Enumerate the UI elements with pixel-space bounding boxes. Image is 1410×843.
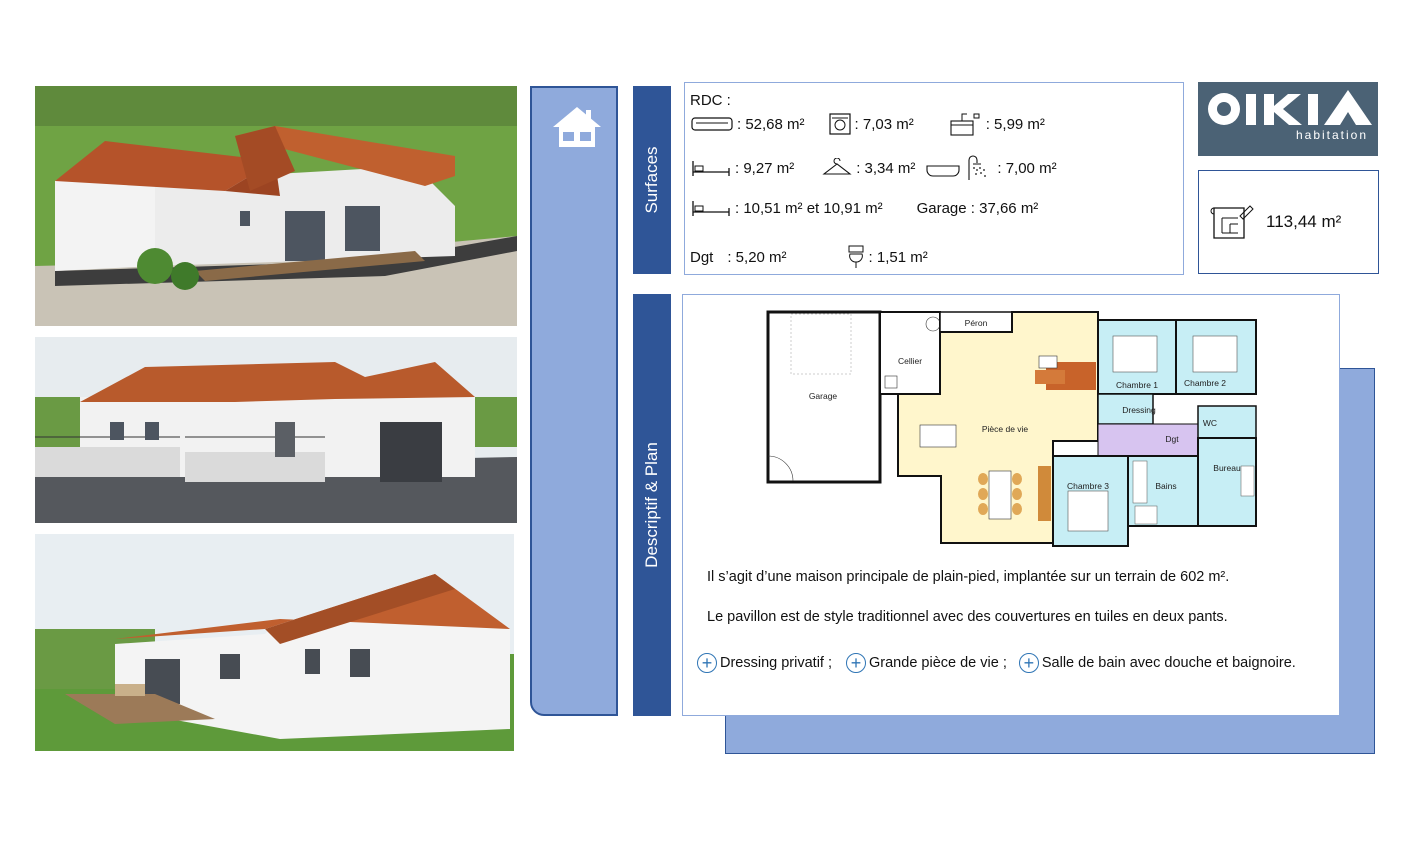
feature-2: Grande pièce de vie ;	[869, 655, 1007, 671]
features-row: + Dressing privatif ; + Grande pièce de …	[697, 653, 1296, 673]
wc-surface: : 1,51 m²	[868, 248, 928, 266]
surfaces-tab-label: Surfaces	[642, 146, 661, 214]
garage-surface: Garage : 37,66 m²	[916, 199, 1039, 217]
plus-circle-icon: +	[1018, 653, 1039, 673]
house-icon	[553, 107, 601, 147]
floor-plan-icon	[1210, 205, 1254, 239]
room-dressing: Dressing	[1122, 405, 1156, 415]
dressing-surface: : 3,34 m²	[856, 159, 916, 177]
total-surface-box: 113,44 m²	[1198, 170, 1379, 274]
feature-1: Dressing privatif ;	[720, 655, 833, 671]
house-render-street	[35, 337, 517, 523]
sofa-icon	[691, 117, 733, 131]
room-chambre1: Chambre 1	[1116, 380, 1158, 390]
total-surface-value: 113,44 m²	[1266, 212, 1342, 231]
feature-3: Salle de bain avec douche et baignoire.	[1041, 655, 1296, 671]
house-render-back	[35, 534, 514, 751]
descriptif-tab: Descriptif & Plan	[633, 294, 671, 716]
bed-icon	[692, 201, 730, 216]
washing-machine-icon	[828, 113, 851, 135]
surfaces-row-3: : 10,51 m² et 10,91 m² Garage : 37,66 m²	[691, 199, 1064, 217]
descriptif-tab-label: Descriptif & Plan	[642, 442, 661, 568]
house-render-front	[35, 86, 517, 326]
surfaces-row-4: Dgt : 5,20 m² : 1,51 m²	[690, 245, 954, 269]
kitchen-surface: : 5,99 m²	[985, 115, 1045, 133]
room-chambre2: Chambre 2	[1184, 378, 1226, 388]
room-wc: WC	[1203, 418, 1217, 428]
room-peron: Péron	[965, 318, 988, 328]
brand-logo: habitation	[1198, 82, 1378, 156]
oikia-logo: habitation	[1208, 90, 1372, 142]
level-label: RDC :	[690, 92, 731, 109]
surfaces-row-2: : 9,27 m² : 3,34 m² : 7,00 m²	[691, 155, 1083, 181]
bathroom-surface: : 7,00 m²	[997, 159, 1057, 177]
room-bains: Bains	[1155, 481, 1176, 491]
description-line-1: Il s’agit d’une maison principale de pla…	[707, 569, 1230, 585]
surfaces-box: RDC : : 52,68 m² : 7,03 m² : 5,99 m² : 9…	[684, 82, 1184, 275]
shower-icon	[968, 155, 987, 180]
room-chambre3: Chambre 3	[1067, 481, 1109, 491]
room-dgt: Dgt	[1165, 434, 1179, 444]
plus-circle-icon: +	[846, 653, 867, 673]
toilet-icon	[848, 245, 864, 268]
dgt-surface: : 5,20 m²	[727, 248, 787, 266]
floor-plan: Garage Cellier Péron Pièce de vie Chambr…	[766, 310, 1257, 547]
bathtub-icon	[926, 165, 960, 177]
room-piece-de-vie: Pièce de vie	[982, 424, 1029, 434]
surfaces-tab: Surfaces	[633, 86, 671, 274]
bedroom1-surface: : 9,27 m²	[735, 159, 795, 177]
logo-subtitle: habitation	[1296, 128, 1368, 142]
plan-box: Garage Cellier Péron Pièce de vie Chambr…	[682, 294, 1340, 716]
bedrooms23-surface: : 10,51 m² et 10,91 m²	[735, 199, 883, 217]
living-surface: : 52,68 m²	[737, 115, 805, 133]
bed-icon	[692, 161, 730, 176]
main-side-tab	[530, 86, 618, 716]
room-garage: Garage	[809, 391, 838, 401]
laundry-surface: : 7,03 m²	[854, 115, 914, 133]
hanger-icon	[822, 158, 852, 175]
plus-circle-icon: +	[697, 653, 717, 673]
kitchen-sink-icon	[950, 113, 980, 136]
description-line-2: Le pavillon est de style traditionnel av…	[707, 609, 1228, 625]
dgt-label: Dgt	[690, 248, 714, 266]
room-bureau: Bureau	[1213, 463, 1241, 473]
surfaces-row-1: : 52,68 m² : 7,03 m² : 5,99 m²	[691, 111, 1071, 137]
room-cellier: Cellier	[898, 356, 922, 366]
